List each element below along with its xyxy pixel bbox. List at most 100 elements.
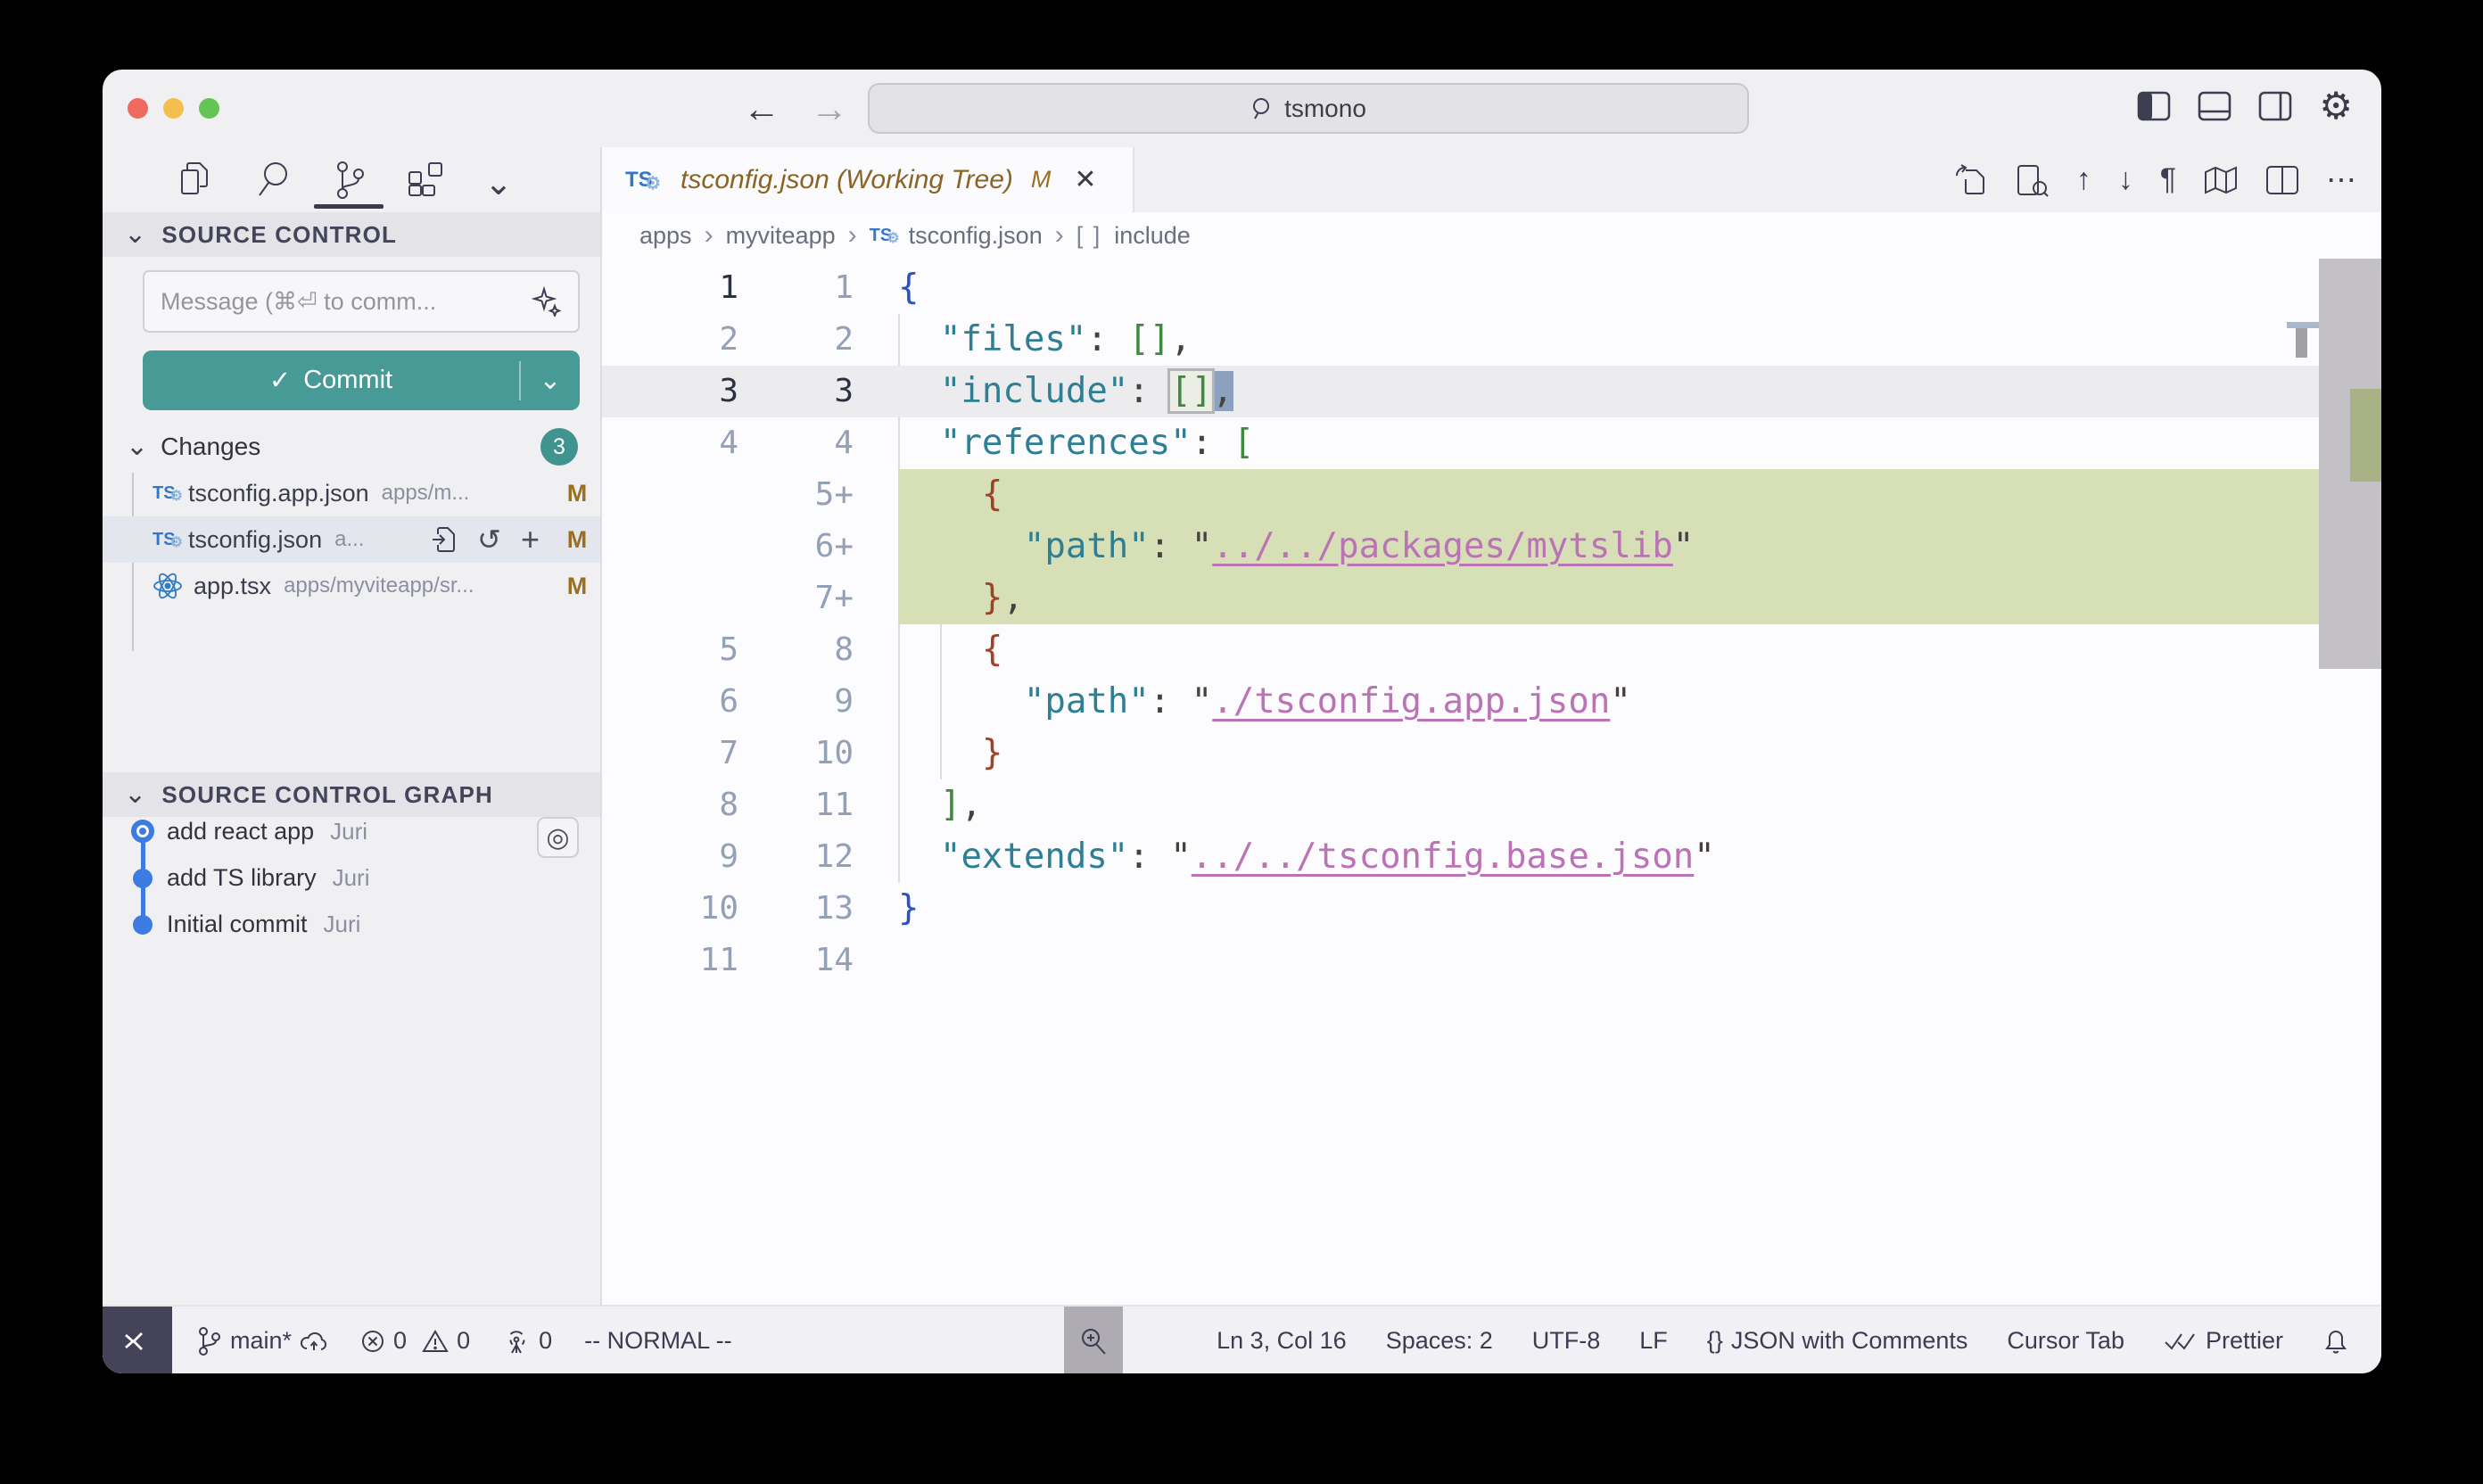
stage-changes-icon[interactable]: + [521,521,540,558]
code-line[interactable]: 5+ { [602,469,2381,521]
forward-icon[interactable]: → [811,87,848,130]
commit-row[interactable]: add TS library Juri [103,854,600,901]
change-row-tsconfig[interactable]: TS⚙ tsconfig.json a... ↺ + M [103,516,600,563]
code-line[interactable]: 1114 [602,935,2381,986]
section-title: SOURCE CONTROL GRAPH [161,781,493,809]
goto-current-history-item-button[interactable]: ◎ [537,817,579,858]
active-view-underline [314,204,384,209]
code-line[interactable]: 710 } [602,728,2381,779]
minimize-window-button[interactable] [163,98,184,119]
back-icon[interactable]: ← [743,87,780,130]
extensions-icon[interactable] [406,160,445,199]
modified-line-number: 7+ [738,573,854,624]
file-path: a... [334,527,364,552]
inline-view-icon[interactable] [2014,163,2050,197]
views-chevron-icon[interactable]: ⌄ [484,163,513,203]
original-line-number: 1 [602,262,738,314]
code-text: "path": "./tsconfig.app.json" [898,676,2319,728]
open-file-icon[interactable] [431,525,458,554]
language-mode-item[interactable]: {} JSON with Comments [1707,1327,1968,1355]
source-control-section-header[interactable]: ⌄ SOURCE CONTROL [103,212,600,257]
vim-mode-indicator[interactable]: -- NORMAL -- [584,1327,731,1355]
code-text: }, [898,573,2319,624]
branch-status-item[interactable]: main* [195,1326,328,1356]
open-changes-icon[interactable] [1953,163,1987,197]
editor-toolbar: ↑ ↓ ¶ ⋯ [1953,147,2381,212]
close-window-button[interactable] [128,98,148,119]
formatter-item[interactable]: Prettier [2164,1327,2283,1355]
notifications-bell-icon[interactable] [2322,1327,2349,1356]
commit-row[interactable]: Initial commit Juri [103,901,600,947]
code-line[interactable]: 11{ [602,262,2381,314]
changes-section-header[interactable]: ⌄ Changes [103,427,600,466]
command-center-search[interactable]: tsmono [868,83,1749,134]
maximize-window-button[interactable] [199,98,219,119]
code-line[interactable]: 44 "references": [ [602,417,2381,469]
change-row-app-tsx[interactable]: app.tsx apps/myviteapp/sr... M [103,563,600,609]
modified-badge: M [554,480,600,507]
cursor-position-item[interactable]: Ln 3, Col 16 [1217,1327,1347,1355]
commit-button[interactable]: ✓ Commit ⌄ [143,350,580,410]
original-line-number [602,573,738,624]
search-view-icon[interactable] [254,160,292,199]
problems-status-item[interactable]: 0 0 [360,1327,470,1355]
breadcrumb-item[interactable]: myviteapp [726,222,836,250]
code-text: { [898,262,2319,314]
modified-line-number: 4 [738,417,854,469]
breadcrumb-item[interactable]: include [1114,222,1191,250]
source-control-icon[interactable] [330,160,367,201]
publish-cloud-icon [300,1329,328,1354]
commit-message-input[interactable]: Message (⌘⏎ to comm... [143,270,580,333]
encoding-item[interactable]: UTF-8 [1532,1327,1601,1355]
toggle-primary-sidebar-icon[interactable] [2137,91,2171,121]
remote-indicator[interactable] [103,1307,172,1373]
settings-gear-icon[interactable]: ⚙ [2319,91,2353,121]
breadcrumb-item[interactable]: apps [639,222,692,250]
breadcrumb-item[interactable]: tsconfig.json [909,222,1043,250]
code-text: } [898,883,2319,935]
code-line[interactable]: 22 "files": [], [602,314,2381,366]
collapse-chevron-icon: ⌄ [124,786,147,804]
cursor-tab-item[interactable]: Cursor Tab [2007,1327,2124,1355]
ports-status-item[interactable]: 0 [502,1327,552,1355]
tab-tsconfig-working-tree[interactable]: TS⚙ tsconfig.json (Working Tree) M ✕ [602,147,1134,212]
original-line-number [602,469,738,521]
map-icon[interactable] [2203,165,2239,195]
code-line[interactable]: 7+ }, [602,573,2381,624]
original-line-number [602,521,738,573]
tab-modified-badge: M [1031,166,1052,194]
code-line[interactable]: 811 ], [602,779,2381,831]
indentation-item[interactable]: Spaces: 2 [1386,1327,1493,1355]
warnings-count: 0 [457,1327,470,1355]
branch-name: main* [230,1327,292,1355]
explorer-icon[interactable] [178,160,214,199]
code-line[interactable]: 6+ "path": "../../packages/mytslib" [602,521,2381,573]
commit-dropdown-chevron[interactable]: ⌄ [521,365,580,396]
code-line[interactable]: 58 { [602,624,2381,676]
change-row-tsconfig-app[interactable]: TS⚙ tsconfig.app.json apps/m... M [103,470,600,516]
commit-row[interactable]: add react app Juri [103,808,600,854]
more-actions-icon[interactable]: ⋯ [2326,162,2356,198]
discard-changes-icon[interactable]: ↺ [477,523,501,556]
sparkle-ai-icon[interactable] [532,286,562,317]
toggle-secondary-sidebar-icon[interactable] [2258,91,2292,121]
screencast-zoom-indicator[interactable] [1064,1307,1123,1373]
double-check-icon [2164,1330,2198,1353]
code-line[interactable]: 912 "extends": "../../tsconfig.base.json… [602,831,2381,883]
code-line[interactable]: 33 "include": [], [602,366,2381,417]
split-editor-icon[interactable] [2265,165,2299,195]
tab-close-icon[interactable]: ✕ [1074,164,1096,195]
collapse-chevron-icon: ⌄ [124,226,147,243]
toggle-panel-icon[interactable] [2198,91,2231,121]
errors-icon [360,1329,385,1354]
eol-item[interactable]: LF [1639,1327,1668,1355]
whitespace-pilcrow-icon[interactable]: ¶ [2160,162,2176,197]
original-line-number: 9 [602,831,738,883]
previous-change-icon[interactable]: ↑ [2076,162,2091,197]
code-line[interactable]: 69 "path": "./tsconfig.app.json" [602,676,2381,728]
overview-selection-mark [2287,322,2319,328]
zoom-magnifier-icon [1078,1326,1109,1356]
diff-editor[interactable]: 11{22 "files": [],33 "include": [],44 "r… [602,259,2381,1305]
next-change-icon[interactable]: ↓ [2118,162,2133,197]
code-line[interactable]: 1013} [602,883,2381,935]
